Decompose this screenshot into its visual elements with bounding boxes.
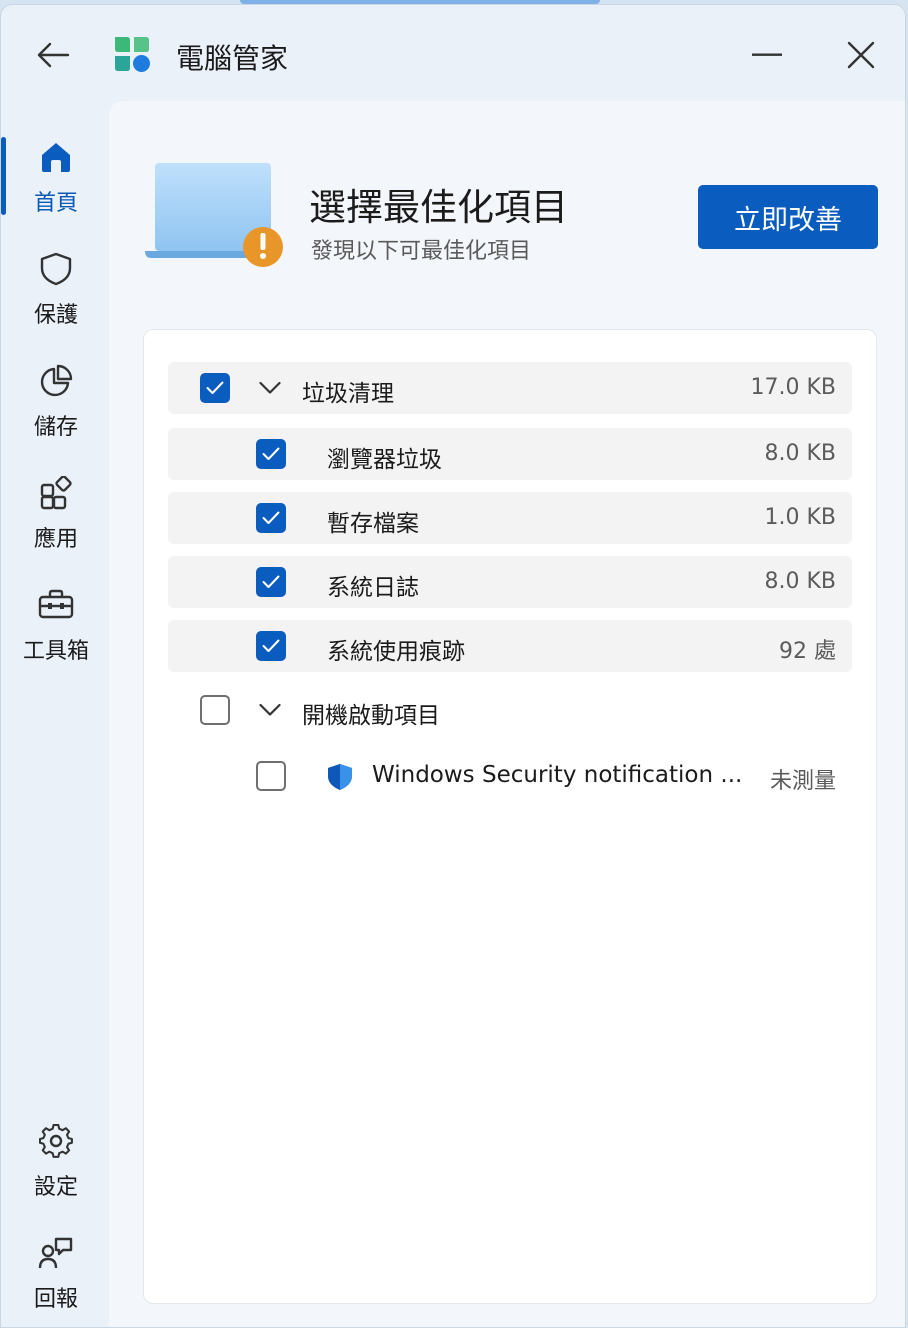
sidebar-item-label: 儲存 bbox=[33, 415, 78, 440]
list-item[interactable]: 系統使用痕跡 92 處 bbox=[168, 620, 852, 672]
minimize-icon bbox=[752, 53, 782, 56]
group-label: 開機啟動項目 bbox=[302, 703, 440, 729]
group-size: 17.0 KB bbox=[750, 375, 837, 400]
group-row-junk-cleanup[interactable]: 垃圾清理 17.0 KB bbox=[168, 362, 852, 414]
checkmark-icon bbox=[206, 381, 224, 394]
item-label: 系統日誌 bbox=[327, 575, 419, 601]
home-icon bbox=[38, 139, 74, 175]
item-size: 8.0 KB bbox=[764, 569, 837, 594]
item-label: 瀏覽器垃圾 bbox=[327, 447, 442, 473]
nav-active-indicator bbox=[1, 137, 6, 215]
page-subtitle: 發現以下可最佳化項目 bbox=[311, 239, 532, 264]
sidebar-item-label: 工具箱 bbox=[22, 639, 89, 664]
group-checkbox[interactable] bbox=[200, 695, 230, 725]
list-item[interactable]: 瀏覽器垃圾 8.0 KB bbox=[168, 428, 852, 480]
checkmark-icon bbox=[262, 511, 280, 524]
item-checkbox[interactable] bbox=[256, 439, 286, 469]
app-window: 電腦管家 首頁 保護 儲存 應用 工具箱 設定 回報 選擇最佳化項目 發現以下可… bbox=[0, 4, 906, 1328]
sidebar-item-label: 首頁 bbox=[33, 191, 78, 216]
optimization-list-card: 垃圾清理 17.0 KB 瀏覽器垃圾 8.0 KB 暫存檔案 1.0 KB 系統… bbox=[143, 329, 877, 1304]
laptop-warning-icon bbox=[145, 163, 295, 273]
toolbox-icon bbox=[38, 587, 74, 623]
item-checkbox[interactable] bbox=[256, 631, 286, 661]
back-button[interactable] bbox=[31, 35, 75, 75]
item-size: 未測量 bbox=[769, 769, 836, 794]
apps-icon bbox=[38, 475, 74, 511]
arrow-left-icon bbox=[37, 42, 70, 68]
list-item[interactable]: 暫存檔案 1.0 KB bbox=[168, 492, 852, 544]
item-checkbox[interactable] bbox=[256, 503, 286, 533]
list-item[interactable]: 系統日誌 8.0 KB bbox=[168, 556, 852, 608]
chevron-down-icon[interactable] bbox=[258, 698, 282, 722]
sidebar-item-home[interactable]: 首頁 bbox=[9, 133, 103, 229]
checkmark-icon bbox=[262, 447, 280, 460]
gear-icon bbox=[38, 1123, 74, 1159]
checkmark-icon bbox=[262, 575, 280, 588]
list-item[interactable]: Windows Security notification ... 未測量 bbox=[168, 750, 852, 802]
feedback-icon bbox=[38, 1235, 74, 1271]
page-title: 選擇最佳化項目 bbox=[309, 186, 568, 229]
sidebar-item-label: 應用 bbox=[33, 527, 78, 552]
close-icon bbox=[847, 41, 875, 69]
sidebar-item-label: 設定 bbox=[33, 1175, 78, 1200]
pie-chart-icon bbox=[38, 363, 74, 399]
item-size: 92 處 bbox=[779, 639, 836, 664]
sidebar-item-storage[interactable]: 儲存 bbox=[9, 357, 103, 453]
item-size: 1.0 KB bbox=[764, 505, 837, 530]
main-content: 選擇最佳化項目 發現以下可最佳化項目 立即改善 垃圾清理 17.0 KB 瀏覽器… bbox=[109, 101, 905, 1327]
close-button[interactable] bbox=[839, 35, 883, 75]
app-logo-icon bbox=[113, 35, 151, 73]
shield-icon bbox=[38, 251, 74, 287]
sidebar-item-apps[interactable]: 應用 bbox=[9, 469, 103, 565]
chevron-down-icon[interactable] bbox=[258, 376, 282, 400]
app-title: 電腦管家 bbox=[176, 42, 289, 75]
group-label: 垃圾清理 bbox=[302, 381, 394, 407]
sidebar-item-label: 保護 bbox=[33, 303, 78, 328]
sidebar-item-protect[interactable]: 保護 bbox=[9, 245, 103, 341]
group-row-startup-items[interactable]: 開機啟動項目 bbox=[168, 684, 852, 736]
minimize-button[interactable] bbox=[745, 35, 789, 75]
windows-security-icon bbox=[326, 763, 354, 791]
improve-now-button[interactable]: 立即改善 bbox=[698, 185, 878, 249]
group-checkbox[interactable] bbox=[200, 373, 230, 403]
sidebar-item-feedback[interactable]: 回報 bbox=[9, 1229, 103, 1325]
item-label: 暫存檔案 bbox=[327, 511, 419, 537]
sidebar-item-settings[interactable]: 設定 bbox=[9, 1117, 103, 1213]
sidebar-item-label: 回報 bbox=[33, 1287, 78, 1312]
item-checkbox[interactable] bbox=[256, 567, 286, 597]
item-checkbox[interactable] bbox=[256, 761, 286, 791]
checkmark-icon bbox=[262, 639, 280, 652]
item-size: 8.0 KB bbox=[764, 441, 837, 466]
sidebar-item-toolbox[interactable]: 工具箱 bbox=[9, 581, 103, 677]
item-label: Windows Security notification ... bbox=[372, 762, 743, 788]
item-label: 系統使用痕跡 bbox=[327, 639, 465, 665]
